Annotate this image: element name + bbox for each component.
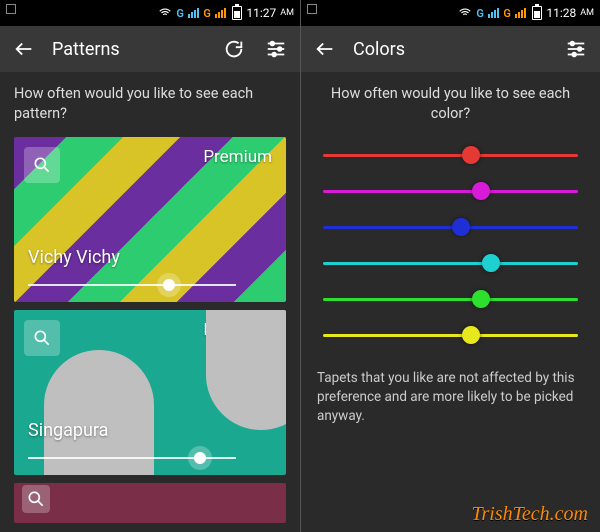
sliders-icon [265, 38, 287, 60]
appbar-title: Patterns [52, 39, 206, 60]
watermark: TrishTech.com [471, 503, 588, 526]
pattern-name: Vichy Vichy [28, 247, 120, 268]
phone-screen-patterns: G G 11:27 AM Patterns How often would yo… [0, 0, 300, 532]
pattern-preview-button[interactable] [24, 147, 60, 183]
pattern-card[interactable]: Premium Singapura [14, 310, 286, 475]
patterns-content: How often would you like to see each pat… [0, 72, 300, 527]
signal-b-icon [215, 8, 226, 18]
pattern-preview-button[interactable] [22, 485, 50, 513]
color-frequency-slider[interactable] [323, 281, 578, 317]
colors-content: How often would you like to see each col… [301, 72, 600, 430]
network-b-label: G [503, 7, 511, 20]
slider-track [323, 190, 578, 193]
slider-thumb[interactable] [472, 182, 490, 200]
pattern-preview-button[interactable] [24, 320, 60, 356]
back-arrow-icon [13, 38, 35, 60]
patterns-prompt: How often would you like to see each pat… [14, 84, 286, 123]
slider-track [323, 226, 578, 229]
pattern-name: Singapura [28, 420, 108, 441]
clock-ampm: AM [280, 8, 294, 18]
magnifier-icon [32, 155, 52, 175]
status-bar: G G 11:28 AM [301, 0, 600, 26]
wifi-icon [458, 6, 472, 20]
slider-thumb[interactable] [482, 254, 500, 272]
settings-sliders-button[interactable] [262, 35, 290, 63]
slider-track [323, 334, 578, 337]
wifi-icon [158, 6, 172, 20]
slider-thumb[interactable] [163, 279, 175, 291]
notification-icons [6, 4, 16, 14]
colors-helper-text: Tapets that you like are not affected by… [315, 369, 586, 426]
sliders-icon [565, 38, 587, 60]
magnifier-icon [32, 328, 52, 348]
signal-a-icon [488, 8, 499, 18]
slider-track [323, 298, 578, 301]
magnifier-icon [26, 489, 46, 509]
slider-thumb[interactable] [462, 326, 480, 344]
notification-icons [307, 4, 317, 14]
color-frequency-slider[interactable] [323, 137, 578, 173]
slider-thumb[interactable] [462, 146, 480, 164]
app-bar: Colors [301, 26, 600, 72]
back-button[interactable] [10, 35, 38, 63]
pattern-frequency-slider[interactable] [28, 457, 236, 459]
color-sliders-group [315, 137, 586, 353]
refresh-button[interactable] [220, 35, 248, 63]
app-bar: Patterns [0, 26, 300, 72]
color-frequency-slider[interactable] [323, 317, 578, 353]
color-frequency-slider[interactable] [323, 245, 578, 281]
slider-thumb[interactable] [472, 290, 490, 308]
refresh-icon [223, 38, 245, 60]
pattern-badge: Premium [203, 320, 272, 340]
settings-sliders-button[interactable] [562, 35, 590, 63]
battery-icon [532, 6, 542, 20]
network-a-label: G [476, 7, 484, 20]
pattern-card[interactable] [14, 483, 286, 523]
pattern-badge: Premium [203, 147, 272, 167]
color-frequency-slider[interactable] [323, 209, 578, 245]
slider-track [323, 154, 578, 157]
slider-track [323, 262, 578, 265]
back-arrow-icon [314, 38, 336, 60]
slider-thumb[interactable] [194, 452, 206, 464]
clock: 11:28 [546, 6, 576, 20]
pattern-card[interactable]: Premium Vichy Vichy [14, 137, 286, 302]
signal-a-icon [188, 8, 199, 18]
battery-icon [232, 6, 242, 20]
phone-screen-colors: G G 11:28 AM Colors How often would you … [300, 0, 600, 532]
clock-ampm: AM [580, 8, 594, 18]
status-bar: G G 11:27 AM [0, 0, 300, 26]
network-a-label: G [176, 7, 184, 20]
color-frequency-slider[interactable] [323, 173, 578, 209]
back-button[interactable] [311, 35, 339, 63]
appbar-title: Colors [353, 39, 548, 60]
signal-b-icon [515, 8, 526, 18]
pattern-frequency-slider[interactable] [28, 284, 236, 286]
network-b-label: G [203, 7, 211, 20]
slider-thumb[interactable] [452, 218, 470, 236]
clock: 11:27 [246, 6, 276, 20]
colors-prompt: How often would you like to see each col… [315, 84, 586, 123]
